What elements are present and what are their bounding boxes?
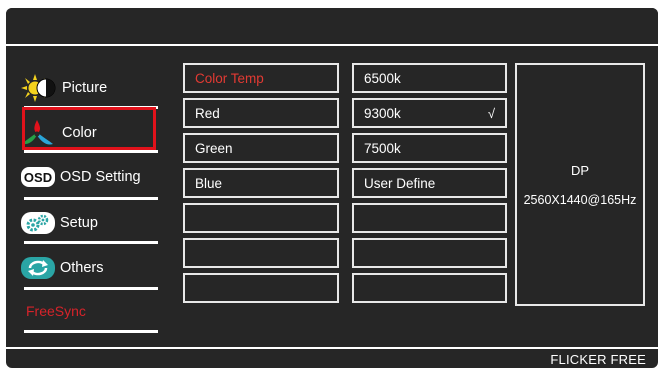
menu-item-others[interactable]: Others: [20, 250, 156, 286]
input-resolution: 2560X1440@165Hz: [523, 193, 637, 207]
osd-badge-icon: OSD: [20, 166, 56, 188]
submenu-item-red[interactable]: Red: [183, 98, 339, 128]
gears-icon: [20, 211, 56, 235]
menu-item-osd-setting[interactable]: OSD OSD Setting: [20, 159, 156, 195]
submenu-item-green[interactable]: Green: [183, 133, 339, 163]
option-empty: [352, 273, 507, 303]
option-empty: [352, 238, 507, 268]
refresh-arrows-icon: [20, 256, 56, 280]
menu-divider: [24, 330, 158, 333]
input-info-box: DP 2560X1440@165Hz: [515, 63, 645, 306]
option-9300k[interactable]: 9300k √: [352, 98, 507, 128]
submenu-item-empty: [183, 238, 339, 268]
option-label: 6500k: [364, 70, 401, 86]
menu-divider: [24, 150, 158, 153]
option-7500k[interactable]: 7500k: [352, 133, 507, 163]
option-6500k[interactable]: 6500k: [352, 63, 507, 93]
menu-divider: [24, 287, 158, 290]
top-divider: [6, 44, 658, 46]
selected-menu-highlight: [22, 107, 156, 150]
menu-item-picture[interactable]: Picture: [20, 70, 156, 106]
menu-divider: [24, 241, 158, 244]
bottom-divider: [6, 347, 658, 349]
menu-item-label: Picture: [62, 80, 108, 96]
check-mark-icon: √: [487, 105, 495, 121]
submenu-item-blue[interactable]: Blue: [183, 168, 339, 198]
flicker-free-label: FLICKER FREE: [550, 352, 646, 367]
submenu-item-color-temp[interactable]: Color Temp: [183, 63, 339, 93]
input-source: DP: [570, 163, 590, 178]
submenu-item-empty: [183, 203, 339, 233]
submenu-item-empty: [183, 273, 339, 303]
freesync-label[interactable]: FreeSync: [26, 303, 86, 319]
sun-contrast-icon: [20, 74, 58, 102]
menu-item-label: Others: [60, 260, 104, 276]
menu-divider: [24, 197, 158, 200]
option-empty: [352, 203, 507, 233]
option-label: 9300k: [364, 105, 401, 121]
menu-item-label: Setup: [60, 215, 98, 231]
option-label: 7500k: [364, 140, 401, 156]
option-label: User Define: [364, 175, 436, 191]
menu-item-label: OSD Setting: [60, 169, 141, 185]
option-user-define[interactable]: User Define: [352, 168, 507, 198]
menu-item-setup[interactable]: Setup: [20, 205, 156, 241]
osd-panel: Picture Color OSD OSD Setting Setup Othe…: [6, 8, 658, 368]
svg-text:OSD: OSD: [24, 170, 52, 185]
osd-top-bar: [6, 8, 658, 44]
